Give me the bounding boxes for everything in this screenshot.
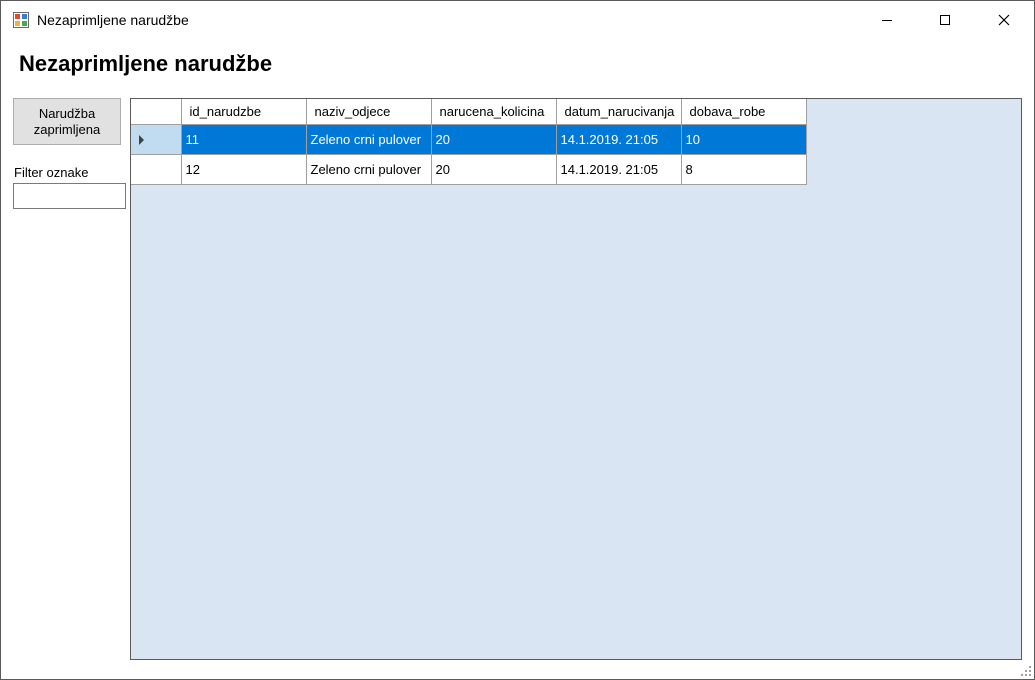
- row-header-corner[interactable]: [131, 99, 182, 125]
- column-header-dobava-robe[interactable]: dobava_robe: [681, 99, 807, 125]
- orders-grid[interactable]: id_narudzbe naziv_odjece narucena_kolici…: [130, 98, 1022, 660]
- header-row: id_narudzbe naziv_odjece narucena_kolici…: [131, 99, 807, 125]
- resize-grip-icon[interactable]: [1021, 666, 1031, 676]
- filter-label: Filter oznake: [14, 165, 89, 180]
- minimize-button[interactable]: [858, 1, 916, 39]
- table-cell[interactable]: 20: [431, 124, 557, 155]
- table-cell[interactable]: 20: [431, 154, 557, 185]
- column-header-narucena-kolicina[interactable]: narucena_kolicina: [431, 99, 557, 125]
- table-cell[interactable]: 14.1.2019. 21:05: [556, 124, 682, 155]
- table-cell[interactable]: Zeleno crni pulover: [306, 124, 432, 155]
- close-icon: [998, 14, 1010, 26]
- main-window: Nezaprimljene narudžbe Nezaprimljene nar…: [0, 0, 1035, 680]
- page-title: Nezaprimljene narudžbe: [19, 51, 273, 76]
- minimize-icon: [882, 20, 892, 21]
- table-row[interactable]: 12 Zeleno crni pulover 20 14.1.2019. 21:…: [131, 154, 807, 185]
- close-button[interactable]: [975, 1, 1033, 39]
- app-icon: [13, 12, 29, 28]
- table-cell[interactable]: 12: [181, 154, 307, 185]
- orders-table: id_narudzbe naziv_odjece narucena_kolici…: [131, 99, 807, 185]
- title-bar[interactable]: Nezaprimljene narudžbe: [1, 1, 1034, 39]
- row-header[interactable]: [131, 124, 182, 155]
- table-cell[interactable]: 10: [681, 124, 807, 155]
- filter-input[interactable]: [13, 183, 126, 209]
- maximize-icon: [940, 15, 950, 25]
- current-row-arrow-icon: [139, 135, 144, 146]
- table-cell[interactable]: 11: [181, 124, 307, 155]
- order-received-button[interactable]: Narudžba zaprimljena: [13, 98, 121, 145]
- row-header[interactable]: [131, 154, 182, 185]
- window-title: Nezaprimljene narudžbe: [37, 12, 189, 28]
- table-cell[interactable]: 8: [681, 154, 807, 185]
- column-header-naziv-odjece[interactable]: naziv_odjece: [306, 99, 432, 125]
- table-cell[interactable]: Zeleno crni pulover: [306, 154, 432, 185]
- table-cell[interactable]: 14.1.2019. 21:05: [556, 154, 682, 185]
- column-header-datum-narucivanja[interactable]: datum_narucivanja: [556, 99, 682, 125]
- column-header-id-narudzbe[interactable]: id_narudzbe: [181, 99, 307, 125]
- maximize-button[interactable]: [916, 1, 974, 39]
- table-row[interactable]: 11 Zeleno crni pulover 20 14.1.2019. 21:…: [131, 124, 807, 155]
